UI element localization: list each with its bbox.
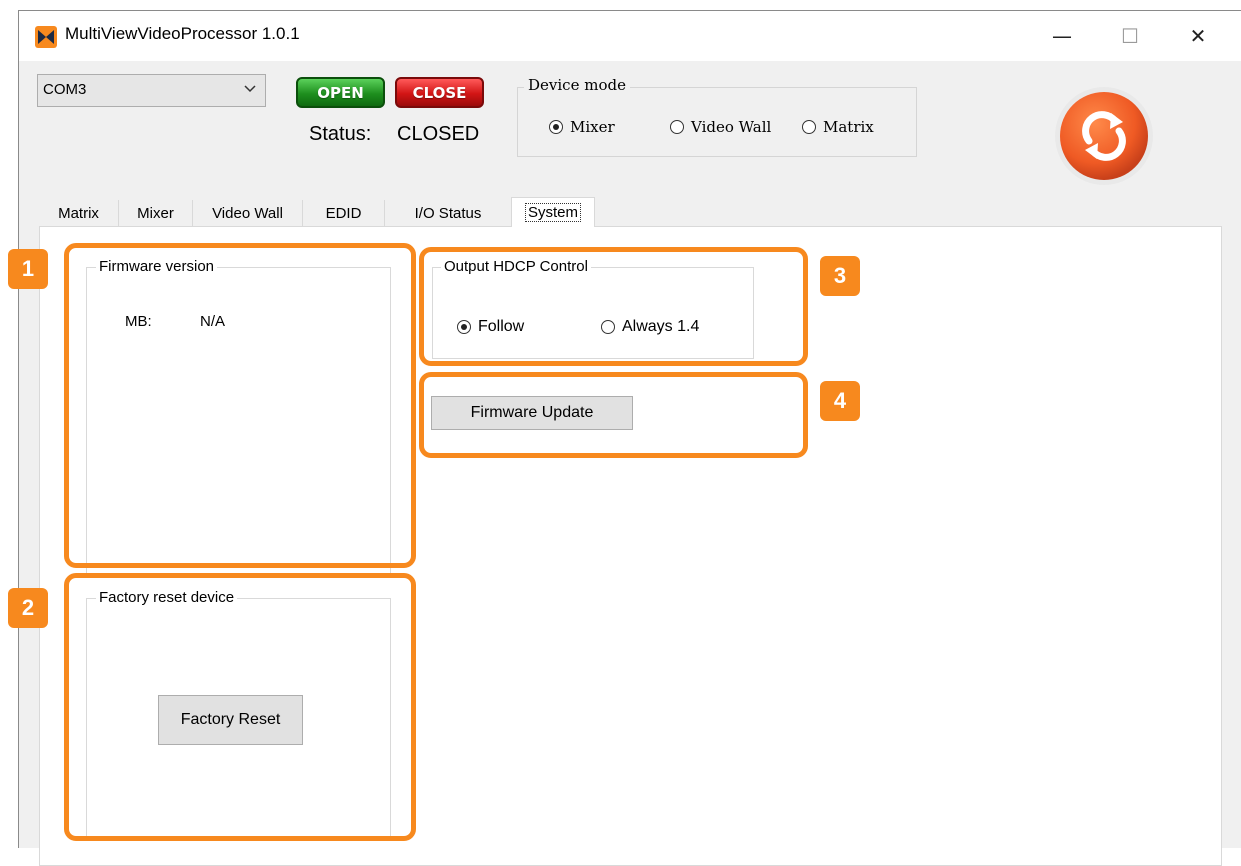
callout-4-badge: 4	[820, 381, 860, 421]
device-mode-legend: Device mode	[524, 76, 630, 94]
close-button[interactable]: CLOSE	[395, 77, 484, 108]
radio-label: Mixer	[570, 118, 615, 136]
callout-2-badge: 2	[8, 588, 48, 628]
radio-label: Video Wall	[691, 118, 772, 136]
com-port-select[interactable]: COM3	[37, 74, 266, 107]
com-port-value: COM3	[43, 81, 87, 98]
tab-edid[interactable]: EDID	[303, 200, 385, 226]
close-window-button[interactable]: ✕	[1175, 11, 1221, 61]
radio-mode-mixer[interactable]: Mixer	[549, 118, 615, 136]
radio-indicator	[549, 120, 563, 134]
app-logo-icon	[35, 26, 57, 48]
title-bar: MultiViewVideoProcessor 1.0.1 — ☐ ✕	[19, 11, 1241, 61]
radio-indicator	[670, 120, 684, 134]
status-value: CLOSED	[397, 123, 480, 145]
open-button[interactable]: OPEN	[296, 77, 385, 108]
radio-indicator	[802, 120, 816, 134]
callout-2-frame	[64, 573, 416, 841]
radio-label: Matrix	[823, 118, 874, 136]
callout-3-frame	[419, 247, 808, 366]
radio-mode-matrix[interactable]: Matrix	[802, 118, 874, 136]
sync-icon[interactable]	[1053, 85, 1155, 187]
device-mode-group: Device mode Mixer Video Wall Matrix	[517, 76, 917, 157]
tab-mixer[interactable]: Mixer	[119, 200, 193, 226]
callout-1-frame	[64, 243, 416, 568]
callout-3-badge: 3	[820, 256, 860, 296]
callout-1-badge: 1	[8, 249, 48, 289]
tab-system[interactable]: System	[511, 197, 595, 227]
tab-matrix[interactable]: Matrix	[39, 200, 119, 226]
tab-system-label: System	[524, 203, 581, 222]
tab-io-status[interactable]: I/O Status	[385, 200, 511, 226]
window-title: MultiViewVideoProcessor 1.0.1	[65, 24, 300, 43]
tab-video-wall[interactable]: Video Wall	[193, 200, 303, 226]
status-label: Status:	[309, 123, 372, 145]
radio-mode-video-wall[interactable]: Video Wall	[670, 118, 771, 136]
maximize-button[interactable]: ☐	[1107, 11, 1153, 61]
chevron-down-icon	[244, 85, 256, 93]
minimize-button[interactable]: —	[1039, 11, 1085, 61]
callout-4-frame	[419, 372, 808, 458]
